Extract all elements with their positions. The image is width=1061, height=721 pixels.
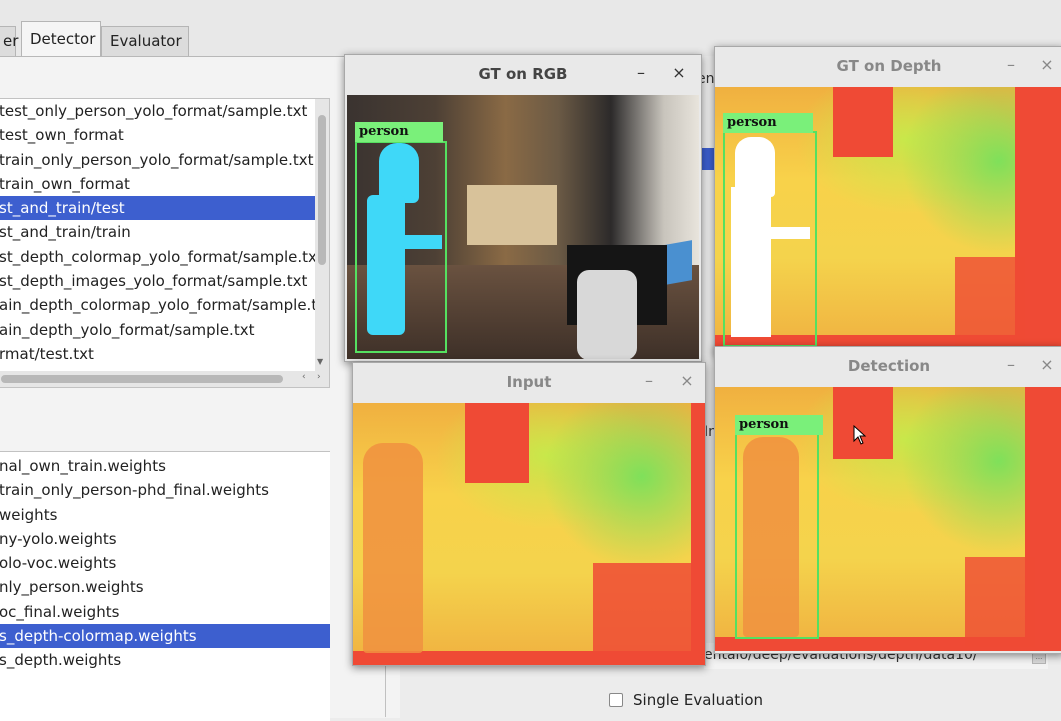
depth-red-region <box>833 87 893 157</box>
list-item[interactable]: test_only_person_yolo_format/sample.txt <box>0 99 329 123</box>
dataset-horizontal-scrollbar[interactable]: ‹ › <box>0 371 329 387</box>
depth-image <box>353 403 705 665</box>
depth-red-region <box>465 403 529 483</box>
window-detection[interactable]: Detection – × person <box>714 346 1061 654</box>
scroll-right-icon[interactable]: › <box>317 372 321 382</box>
list-item[interactable]: weights <box>0 503 330 527</box>
list-item[interactable]: train_own_format <box>0 172 329 196</box>
list-item[interactable]: ny-yolo.weights <box>0 527 330 551</box>
list-item[interactable]: train_only_person_yolo_format/sample.txt <box>0 148 329 172</box>
list-item[interactable]: st_depth_colormap_yolo_format/sample.tx <box>0 245 317 269</box>
list-item[interactable]: oc_final.weights <box>0 600 330 624</box>
bbox-label: person <box>355 122 443 142</box>
depth-red-region <box>353 651 705 665</box>
list-item[interactable]: nly_person.weights <box>0 575 330 599</box>
rgb-image: person <box>347 95 699 359</box>
list-item-selected[interactable]: s_depth-colormap.weights <box>0 624 330 649</box>
minimize-icon[interactable]: – <box>639 371 659 390</box>
list-item-selected[interactable]: st_and_train/test <box>0 196 317 221</box>
cabinet <box>467 185 557 245</box>
single-evaluation-checkbox[interactable] <box>609 693 623 707</box>
bounding-box <box>735 433 819 639</box>
scroll-left-icon[interactable]: ‹ <box>302 372 306 382</box>
depth-red-region <box>593 563 693 653</box>
dataset-list[interactable]: test_only_person_yolo_format/sample.txt … <box>0 98 330 388</box>
bounding-box <box>355 141 447 353</box>
list-item[interactable]: ain_depth_yolo_format/sample.txt <box>0 318 329 342</box>
dataset-vertical-scrollbar[interactable]: ▼ <box>315 99 329 371</box>
depth-red-region <box>955 257 1025 347</box>
depth-red-region <box>691 403 705 665</box>
scroll-thumb[interactable] <box>1 375 283 383</box>
close-icon[interactable]: × <box>677 371 697 390</box>
list-item[interactable]: st_and_train/train <box>0 220 329 244</box>
list-item[interactable]: olo-voc.weights <box>0 551 330 575</box>
detector-panel: test_only_person_yolo_format/sample.txt … <box>0 56 400 721</box>
depth-image: person <box>715 87 1061 351</box>
close-icon[interactable]: × <box>669 63 689 82</box>
minimize-icon[interactable]: – <box>1001 355 1021 374</box>
window-gt-on-rgb[interactable]: GT on RGB – × person <box>344 54 702 362</box>
single-evaluation[interactable]: Single Evaluation <box>609 691 763 709</box>
bbox-label: person <box>735 415 823 435</box>
window-input[interactable]: Input – × <box>352 362 706 666</box>
person-silhouette <box>363 443 423 653</box>
minimize-icon[interactable]: – <box>631 63 651 82</box>
scroll-down-icon[interactable]: ▼ <box>317 357 323 366</box>
depth-image: person <box>715 387 1061 651</box>
list-item[interactable]: test_own_format <box>0 123 329 147</box>
depth-red-region <box>965 557 1035 647</box>
bounding-box <box>723 131 817 347</box>
mouse-cursor-icon <box>853 425 867 445</box>
close-icon[interactable]: × <box>1037 355 1057 374</box>
window-gt-on-depth[interactable]: GT on Depth – × person <box>714 46 1061 354</box>
list-item[interactable]: nal_own_train.weights <box>0 454 330 478</box>
tab-partial[interactable]: er <box>0 26 18 56</box>
list-item[interactable]: ain_depth_colormap_yolo_format/sample.t: <box>0 293 317 317</box>
bbox-label: person <box>723 113 813 133</box>
depth-red-region <box>833 387 893 459</box>
weights-list[interactable]: nal_own_train.weights train_only_person-… <box>0 451 330 721</box>
tab-evaluator[interactable]: Evaluator <box>101 26 189 56</box>
single-evaluation-label: Single Evaluation <box>633 691 764 709</box>
chair <box>577 270 637 359</box>
close-icon[interactable]: × <box>1037 55 1057 74</box>
list-item[interactable]: train_only_person-phd_final.weights <box>0 478 330 502</box>
list-item[interactable]: st_depth_images_yolo_format/sample.txt <box>0 269 329 293</box>
scroll-thumb[interactable] <box>318 115 326 265</box>
tab-detector[interactable]: Detector <box>21 21 101 57</box>
minimize-icon[interactable]: – <box>1001 55 1021 74</box>
list-item[interactable]: s_depth.weights <box>0 648 330 672</box>
list-item[interactable]: rmat/test.txt <box>0 342 329 366</box>
